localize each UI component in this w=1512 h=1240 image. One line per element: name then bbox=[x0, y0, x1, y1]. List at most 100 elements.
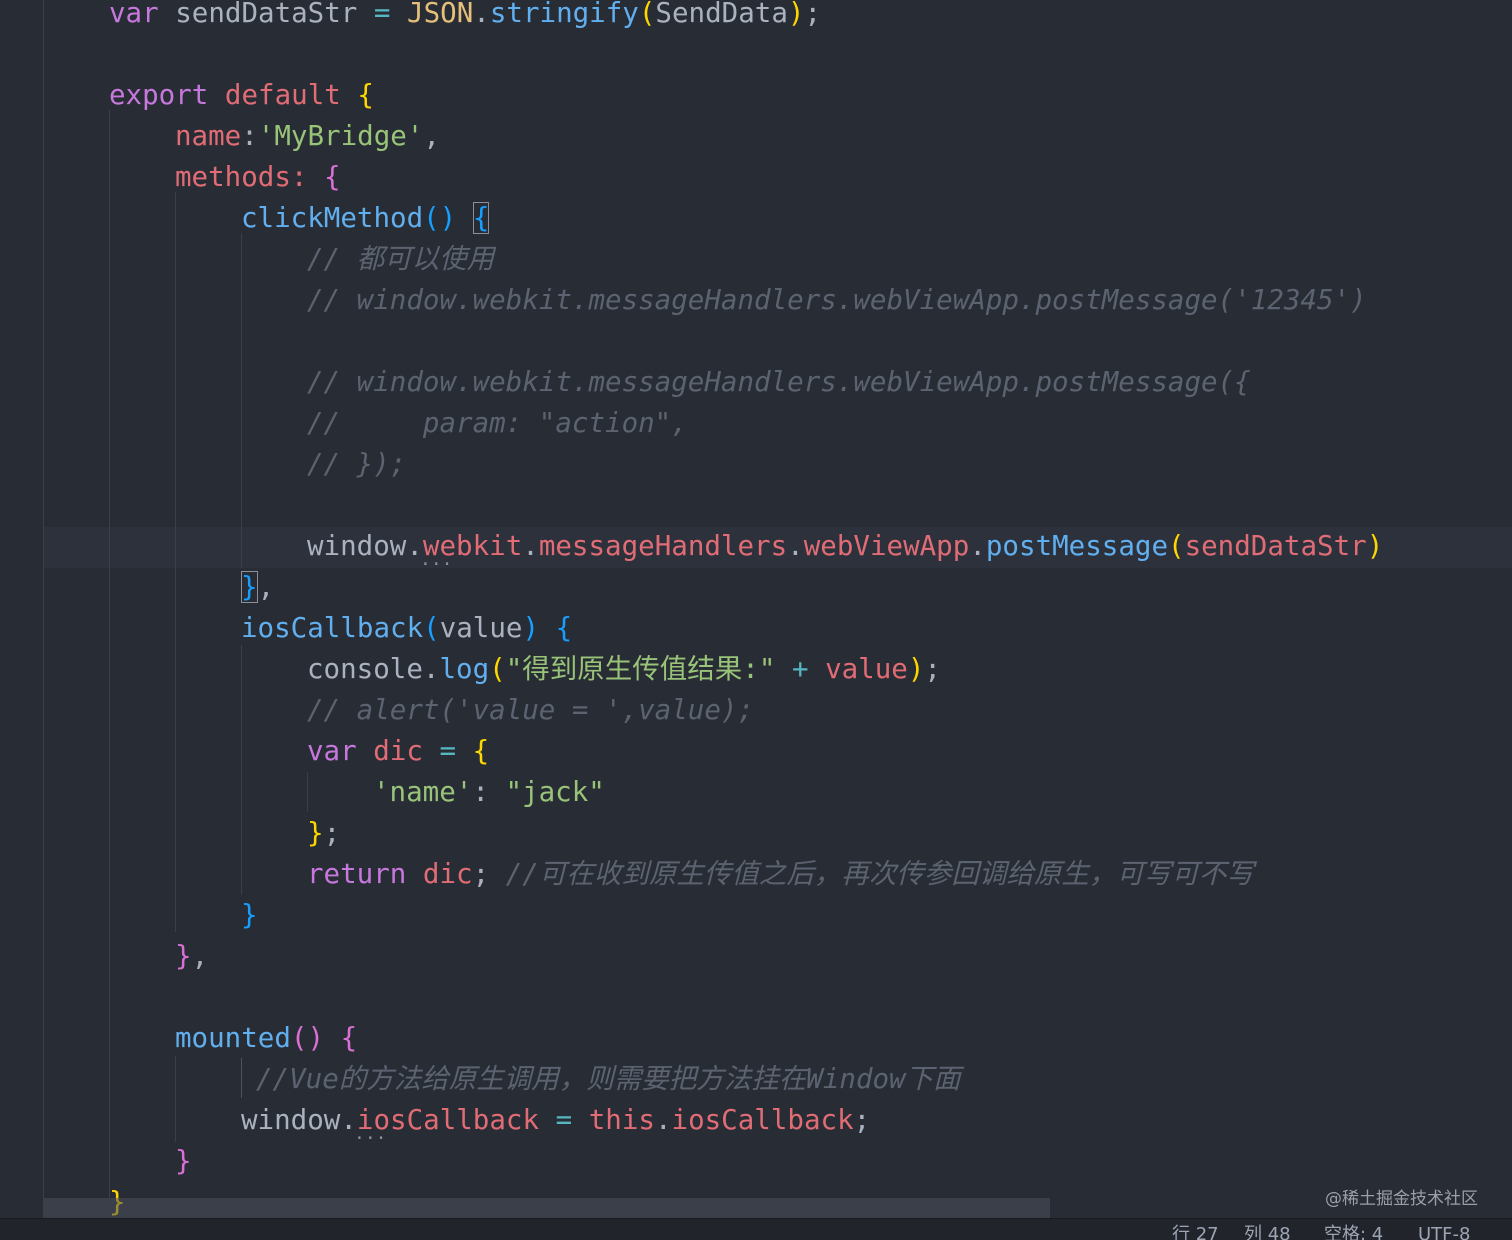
token-string: 'name' bbox=[373, 776, 473, 808]
hint-dots-icon[interactable]: ··· bbox=[420, 556, 453, 574]
token-variable: console bbox=[307, 653, 423, 685]
token-bracket: ) bbox=[1366, 530, 1384, 562]
token-property: methods bbox=[175, 161, 291, 193]
token-keyword: export bbox=[109, 79, 209, 111]
token-bracket: { bbox=[357, 79, 374, 111]
token-property: name bbox=[175, 120, 242, 152]
code-comment: //Vue的方法给原生调用，则需要把方法挂在Window下面 bbox=[256, 1063, 961, 1095]
code-line: export default { bbox=[109, 75, 374, 116]
code-comment: // 都可以使用 bbox=[307, 243, 495, 275]
token-bracket: ) bbox=[907, 653, 925, 685]
token-punct: : bbox=[290, 161, 308, 193]
token-bracket: } bbox=[307, 817, 324, 849]
token-variable: value bbox=[439, 612, 523, 644]
token-function: log bbox=[439, 653, 490, 685]
status-encoding[interactable]: UTF-8 bbox=[1418, 1223, 1470, 1240]
token-punct: : bbox=[472, 776, 489, 808]
code-line: window.iosCallback = this.iosCallback; bbox=[241, 1100, 870, 1141]
code-line: }, bbox=[241, 567, 274, 608]
token-punct: . bbox=[522, 530, 539, 562]
indent-guide bbox=[241, 1058, 242, 1098]
code-line: name:'MyBridge', bbox=[175, 116, 440, 157]
matched-bracket: { bbox=[472, 202, 490, 234]
token-operator: + bbox=[791, 653, 809, 685]
status-column[interactable]: 列 48 bbox=[1244, 1223, 1291, 1240]
token-bracket: ( bbox=[489, 653, 506, 685]
token-variable: dic bbox=[422, 858, 473, 890]
token-keyword: return bbox=[307, 858, 407, 890]
token-bracket: ( bbox=[638, 0, 656, 29]
token-punct: ; bbox=[853, 1104, 871, 1136]
token-punct: ; bbox=[472, 858, 490, 890]
status-indentation[interactable]: 空格: 4 bbox=[1324, 1223, 1383, 1240]
token-bracket: } bbox=[175, 940, 192, 972]
code-line: return dic; //可在收到原生传值之后，再次传参回调给原生，可写可不写 bbox=[307, 854, 1254, 895]
indent-guide bbox=[175, 192, 176, 932]
token-string: "得到原生传值结果:" bbox=[505, 653, 776, 685]
token-operator: = bbox=[555, 1104, 573, 1136]
token-bracket: () bbox=[423, 202, 457, 234]
token-comment: //可在收到原生传值之后，再次传参回调给原生，可写可不写 bbox=[505, 858, 1254, 890]
token-variable: window bbox=[241, 1104, 341, 1136]
token-bracket: ( bbox=[423, 612, 440, 644]
matched-bracket: } bbox=[241, 571, 258, 603]
token-property: messageHandlers bbox=[538, 530, 788, 562]
token-function: mounted bbox=[175, 1022, 291, 1054]
code-comment: // }); bbox=[307, 448, 407, 480]
code-line: mounted() { bbox=[175, 1018, 357, 1059]
token-bracket: ) bbox=[787, 0, 805, 29]
token-bracket: () bbox=[290, 1022, 325, 1054]
token-keyword: var bbox=[307, 735, 357, 767]
token-function: stringify bbox=[489, 0, 639, 29]
code-line: clickMethod() { bbox=[241, 198, 490, 239]
token-punct: ; bbox=[924, 653, 941, 685]
token-variable: dic bbox=[373, 735, 423, 767]
token-punct: , bbox=[191, 940, 209, 972]
token-bracket: ( bbox=[1168, 530, 1185, 562]
token-punct: . bbox=[969, 530, 986, 562]
token-function: clickMethod bbox=[241, 202, 424, 234]
code-comment: // window.webkit.messageHandlers.webView… bbox=[307, 366, 1251, 398]
watermark: @稀土掘金技术社区 bbox=[1325, 1189, 1478, 1209]
token-keyword: default bbox=[224, 79, 341, 111]
token-punct: , bbox=[423, 120, 440, 152]
token-class: JSON bbox=[407, 0, 474, 29]
code-line: var dic = { bbox=[307, 731, 489, 772]
token-string: "jack" bbox=[505, 776, 605, 808]
token-function: iosCallback bbox=[241, 612, 424, 644]
token-property: iosCallback bbox=[671, 1104, 854, 1136]
token-punct: . bbox=[422, 653, 440, 685]
indent-guide bbox=[109, 110, 110, 1198]
indent-guide bbox=[241, 233, 242, 568]
code-line: window.webkit.messageHandlers.webViewApp… bbox=[307, 526, 1383, 567]
code-line: var sendDataStr = JSON.stringify(SendDat… bbox=[109, 0, 821, 34]
token-punct: ; bbox=[323, 817, 341, 849]
status-line[interactable]: 行 27 bbox=[1172, 1223, 1219, 1240]
code-line: console.log("得到原生传值结果:" + value); bbox=[307, 649, 941, 690]
token-variable: sendDataStr bbox=[1184, 530, 1367, 562]
token-variable: sendDataStr bbox=[175, 0, 358, 29]
code-comment: // window.webkit.messageHandlers.webView… bbox=[307, 284, 1367, 316]
token-bracket: { bbox=[555, 612, 573, 644]
hint-dots-icon[interactable]: ··· bbox=[354, 1130, 387, 1148]
token-property: webViewApp bbox=[803, 530, 970, 562]
horizontal-scrollbar[interactable] bbox=[44, 1198, 1050, 1218]
code-comment: // param: "action", bbox=[307, 407, 688, 439]
code-line: iosCallback(value) { bbox=[241, 608, 572, 649]
token-variable: value bbox=[825, 653, 908, 685]
code-editor[interactable]: var sendDataStr = JSON.stringify(SendDat… bbox=[0, 0, 1512, 1240]
token-punct: , bbox=[257, 571, 275, 603]
token-bracket: { bbox=[472, 735, 490, 767]
token-bracket: { bbox=[324, 161, 341, 193]
token-keyword: this bbox=[588, 1104, 655, 1136]
code-line: methods: { bbox=[175, 157, 341, 198]
token-variable: window bbox=[307, 530, 407, 562]
code-line: } bbox=[175, 1145, 192, 1177]
code-line: 'name': "jack" bbox=[373, 772, 605, 813]
status-bar: 行 27 列 48 空格: 4 UTF-8 bbox=[0, 1218, 1512, 1240]
code-line: } bbox=[241, 899, 258, 931]
token-punct: . bbox=[473, 0, 490, 29]
indent-guide bbox=[307, 772, 308, 812]
token-function: postMessage bbox=[985, 530, 1168, 562]
code-line: }, bbox=[175, 936, 208, 977]
